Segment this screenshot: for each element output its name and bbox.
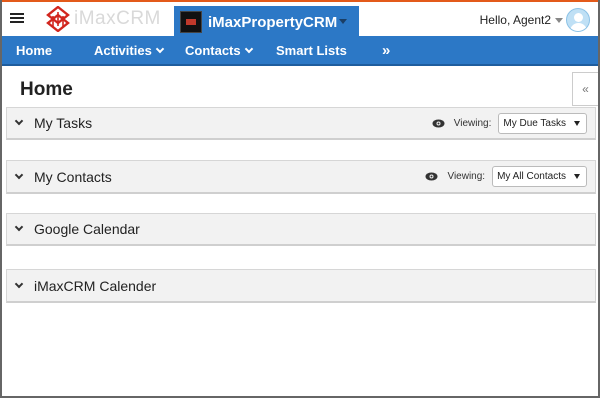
panel-my-contacts: My Contacts Viewing: My All Contacts: [6, 160, 596, 194]
chevron-down-icon[interactable]: [14, 279, 24, 288]
caret-down-icon: [574, 174, 580, 179]
chevron-down-icon[interactable]: [14, 222, 24, 232]
user-greeting: Hello, Agent2: [479, 13, 551, 27]
nav-item-label: Home: [16, 42, 53, 58]
logo-mark-icon: [46, 6, 70, 32]
select-value: My Due Tasks: [503, 117, 566, 129]
app-thumbnail-icon: [180, 11, 202, 33]
app-switcher-tab[interactable]: iMaxPropertyCRM: [174, 6, 359, 38]
nav-more-button[interactable]: »: [382, 36, 390, 64]
top-bar: iMaxCRM iMaxPropertyCRM Hello, Agent2: [2, 0, 598, 38]
nav-item-label: Smart Lists: [276, 42, 347, 58]
chevron-down-icon[interactable]: [14, 170, 24, 179]
contacts-view-select[interactable]: My All Contacts: [492, 166, 587, 187]
double-chevron-right-icon: »: [382, 41, 390, 59]
caret-down-icon: [339, 19, 347, 24]
select-value: My All Contacts: [497, 171, 566, 182]
eye-icon: [432, 119, 445, 127]
main-nav: Home Activities Contacts Smart Lists »: [2, 36, 598, 66]
viewing-label: Viewing:: [453, 117, 492, 129]
nav-item-label: Activities: [94, 42, 152, 58]
chevron-down-icon: [244, 44, 253, 53]
panel-title[interactable]: Google Calendar: [34, 221, 140, 237]
panel-my-tasks: My Tasks Viewing: My Due Tasks: [6, 107, 596, 140]
nav-item-home[interactable]: Home: [16, 36, 52, 64]
collapse-sidebar-button[interactable]: «: [572, 72, 598, 106]
hamburger-icon[interactable]: [10, 11, 24, 25]
panel-title[interactable]: My Tasks: [34, 115, 92, 131]
panel-title[interactable]: My Contacts: [34, 169, 112, 185]
panel-imaxcrm-calendar: iMaxCRM Calender: [6, 269, 596, 303]
panel-filter: Viewing: My Due Tasks: [432, 108, 587, 138]
nav-item-label: Contacts: [185, 42, 241, 58]
logo-text: iMaxCRM: [74, 8, 161, 29]
tasks-view-select[interactable]: My Due Tasks: [498, 112, 587, 134]
nav-item-smart-lists[interactable]: Smart Lists: [276, 36, 347, 64]
viewing-label: Viewing:: [447, 171, 486, 182]
chevron-down-icon: [155, 44, 165, 53]
avatar[interactable]: [566, 8, 590, 32]
nav-item-contacts[interactable]: Contacts: [185, 36, 253, 64]
eye-icon: [425, 172, 438, 181]
caret-down-icon: [574, 120, 580, 126]
double-chevron-left-icon: «: [582, 82, 589, 96]
app-switcher-label: iMaxPropertyCRM: [208, 13, 338, 31]
page-title: Home: [20, 79, 73, 100]
panel-title[interactable]: iMaxCRM Calender: [34, 278, 156, 294]
panel-google-calendar: Google Calendar: [6, 213, 596, 246]
nav-item-activities[interactable]: Activities: [94, 36, 165, 64]
user-menu[interactable]: Hello, Agent2: [480, 7, 590, 33]
chevron-down-icon[interactable]: [14, 116, 24, 126]
app-logo[interactable]: iMaxCRM: [46, 5, 161, 33]
caret-down-icon: [555, 17, 563, 23]
panel-filter: Viewing: My All Contacts: [425, 161, 587, 192]
